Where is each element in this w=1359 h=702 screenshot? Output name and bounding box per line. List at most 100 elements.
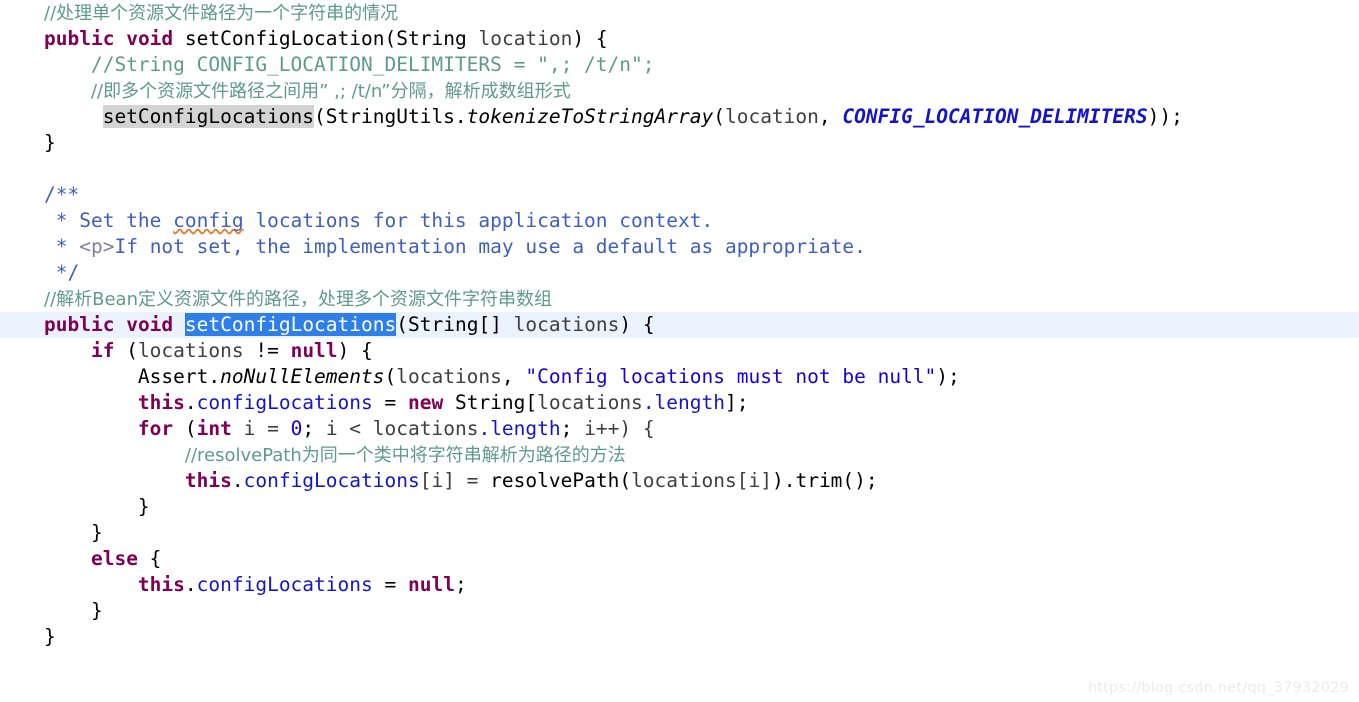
paren-open: (	[713, 105, 725, 128]
paren-close: )	[771, 469, 784, 492]
code-line-2[interactable]: public void setConfigLocation(String loc…	[0, 26, 1359, 52]
code-line-23[interactable]: this.configLocations = null;	[0, 572, 1359, 598]
brace-open: {	[642, 313, 655, 336]
keyword-if: if	[90, 339, 115, 362]
parameter-locations: locations	[631, 469, 737, 492]
watermark-url: https://blog.csdn.net/qq_37932029	[1087, 680, 1349, 696]
code-line-5[interactable]: setConfigLocations(StringUtils.tokenizeT…	[0, 104, 1359, 130]
code-editor-viewport[interactable]: //处理单个资源文件路径为一个字符串的情况 public void setCon…	[0, 0, 1359, 702]
semicolon: ;	[454, 573, 467, 596]
code-line-3[interactable]: //String CONFIG_LOCATION_DELIMITERS = ",…	[0, 52, 1359, 78]
array-index-assign: [i] =	[419, 469, 491, 492]
code-line-14[interactable]: if (locations != null) {	[0, 338, 1359, 364]
semicolon: ;	[560, 417, 585, 440]
paren-open: (	[314, 105, 326, 128]
code-line-11[interactable]: */	[0, 260, 1359, 286]
dot: .	[231, 469, 244, 492]
javadoc-text: locations for this application context.	[243, 209, 714, 232]
keyword-int: int	[196, 417, 232, 440]
keyword-else: else	[90, 547, 138, 570]
brace-close: }	[137, 495, 150, 518]
code-line-4[interactable]: //即多个资源文件路径之间用” ,; /t/n”分隔，解析成数组形式	[0, 78, 1359, 104]
paren-open: (	[619, 469, 632, 492]
brace-close: }	[44, 625, 56, 648]
class-stringutils: StringUtils.	[325, 105, 467, 128]
code-line-1[interactable]: //处理单个资源文件路径为一个字符串的情况	[0, 0, 1359, 26]
line-comment: //String CONFIG_LOCATION_DELIMITERS = ",…	[90, 53, 655, 76]
code-line-10[interactable]: * <p>If not set, the implementation may …	[0, 234, 1359, 260]
type-string-array: String[	[443, 391, 538, 414]
code-line-8[interactable]: /**	[0, 182, 1359, 208]
code-line-20[interactable]: }	[0, 494, 1359, 520]
number-zero: 0	[290, 417, 303, 440]
code-line-15[interactable]: Assert.noNullElements(locations, "Config…	[0, 364, 1359, 390]
selected-method-name-setconfiglocations[interactable]: setConfigLocations	[184, 313, 397, 336]
field-configlocations: configLocations	[196, 573, 373, 596]
javadoc-text: * Set the	[44, 209, 174, 232]
brace-open: {	[595, 27, 608, 50]
comma: ,	[818, 105, 843, 128]
brace-open: {	[137, 547, 162, 570]
paren-open: (	[384, 27, 397, 50]
method-trim: .trim();	[783, 469, 878, 492]
code-line-6[interactable]: }	[0, 130, 1359, 156]
keyword-public: public	[44, 27, 115, 50]
field-length: .length	[642, 391, 725, 414]
field-configlocations: configLocations	[243, 469, 420, 492]
paren-open: (	[396, 313, 408, 336]
array-index: [i]	[736, 469, 772, 492]
static-method-nonullelements: noNullElements	[220, 365, 385, 388]
operator-assign: =	[372, 573, 408, 596]
parameter-locations: locations	[513, 313, 620, 336]
code-line-18[interactable]: //resolvePath为同一个类中将字符串解析为路径的方法	[0, 442, 1359, 468]
code-line-21[interactable]: }	[0, 520, 1359, 546]
code-line-24[interactable]: }	[0, 598, 1359, 624]
static-method-tokenizetostringarray: tokenizeToStringArray	[466, 105, 714, 128]
occurrence-highlight-setconfiglocations[interactable]: setConfigLocations	[102, 105, 315, 128]
keyword-for: for	[137, 417, 174, 440]
string-literal-config-locations-must-not-be-null: "Config locations must not be null"	[525, 365, 937, 388]
constant-config-location-delimiters: CONFIG_LOCATION_DELIMITERS	[842, 105, 1148, 128]
code-line-12[interactable]: //解析Bean定义资源文件的路径，处理多个资源文件字符串数组	[0, 286, 1359, 312]
code-line-25[interactable]: }	[0, 624, 1359, 650]
method-name-setconfiglocation: setConfigLocation	[184, 27, 385, 50]
code-line-13-current[interactable]: public void setConfigLocations(String[] …	[0, 312, 1359, 338]
line-comment: //处理单个资源文件路径为一个字符串的情况	[44, 3, 399, 24]
code-line-17[interactable]: for (int i = 0; i < locations.length; i+…	[0, 416, 1359, 442]
parameter-location: location	[478, 27, 573, 50]
parameter-locations: locations	[372, 417, 479, 440]
dot: .	[184, 391, 197, 414]
keyword-void: void	[126, 313, 174, 336]
code-line-9[interactable]: * Set the config locations for this appl…	[0, 208, 1359, 234]
paren-open: (	[173, 417, 197, 440]
loop-condition: i <	[325, 417, 373, 440]
type-string: String	[396, 27, 467, 50]
keyword-this: this	[184, 469, 232, 492]
line-tail: ));	[1147, 105, 1183, 128]
keyword-null: null	[290, 339, 338, 362]
type-string-array: String[]	[408, 313, 502, 336]
brace-close: }	[90, 599, 103, 622]
operator-not-equal: !=	[243, 339, 291, 362]
code-line-7-blank[interactable]	[0, 156, 1359, 182]
code-line-19[interactable]: this.configLocations[i] = resolvePath(lo…	[0, 468, 1359, 494]
keyword-this: this	[137, 391, 185, 414]
brace-close: }	[90, 521, 103, 544]
field-configlocations: configLocations	[196, 391, 373, 414]
line-tail: ];	[725, 391, 749, 414]
javadoc-open: /**	[44, 183, 80, 206]
code-line-16[interactable]: this.configLocations = new String[locati…	[0, 390, 1359, 416]
code-line-22[interactable]: else {	[0, 546, 1359, 572]
